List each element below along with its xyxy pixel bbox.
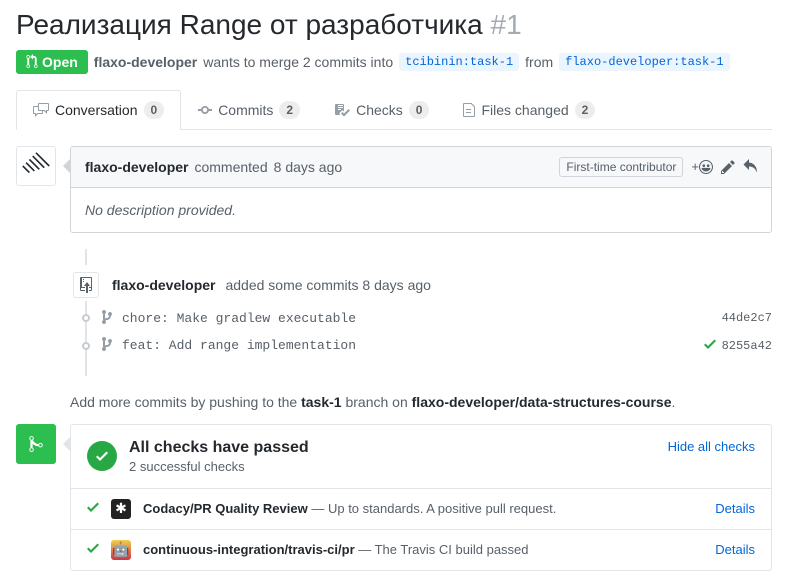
reply-icon (743, 159, 757, 175)
tab-commits[interactable]: Commits 2 (181, 90, 317, 129)
check-icon (87, 540, 99, 559)
status-check-circle (87, 441, 117, 471)
push-hint-repo[interactable]: flaxo-developer/data-structures-course (412, 394, 672, 410)
merge-status-box: All checks have passed 2 successful chec… (70, 424, 772, 571)
push-hint-branch: task-1 (301, 394, 341, 410)
commit-row: feat: Add range implementation 8255a42 (70, 332, 772, 360)
tab-label: Checks (356, 102, 403, 118)
status-subtitle: 2 successful checks (129, 459, 309, 474)
pr-number: #1 (491, 9, 522, 40)
from-text: from (525, 54, 553, 70)
check-text: Codacy/PR Quality Review — Up to standar… (143, 501, 556, 516)
author-avatar[interactable] (16, 146, 56, 186)
tab-counter: 2 (279, 101, 300, 119)
merge-status-row: All checks have passed 2 successful chec… (16, 424, 772, 571)
comment-header: flaxo-developer commented 8 days ago Fir… (71, 147, 771, 188)
tab-conversation[interactable]: Conversation 0 (16, 90, 181, 130)
commit-row: chore: Make gradlew executable 44de2c7 (70, 305, 772, 332)
repo-push-icon (73, 272, 99, 298)
head-branch[interactable]: flaxo-developer:task-1 (559, 53, 729, 71)
edit-comment-button[interactable] (721, 159, 735, 175)
base-branch[interactable]: tcibinin:task-1 (399, 53, 519, 71)
git-pull-request-icon (26, 54, 38, 69)
check-name[interactable]: Codacy/PR Quality Review (143, 501, 308, 516)
codacy-avatar: ✱ (111, 499, 131, 519)
tab-files[interactable]: Files changed 2 (446, 90, 612, 129)
git-branch-icon (102, 309, 112, 328)
tab-label: Commits (218, 102, 273, 118)
check-name[interactable]: continuous-integration/travis-ci/pr (143, 542, 355, 557)
check-details-link[interactable]: Details (715, 501, 755, 516)
tab-counter: 2 (575, 101, 596, 119)
check-details-link[interactable]: Details (715, 542, 755, 557)
commit-dot (82, 342, 90, 350)
comment-action: commented (194, 159, 267, 175)
check-item: 🤖 continuous-integration/travis-ci/pr — T… (71, 529, 771, 570)
check-icon (87, 499, 99, 518)
check-text: continuous-integration/travis-ci/pr — Th… (143, 542, 529, 557)
tab-counter: 0 (409, 101, 430, 119)
file-diff-icon (463, 102, 475, 118)
check-desc: — The Travis CI build passed (355, 542, 529, 557)
git-merge-icon (29, 435, 43, 453)
check-item: ✱ Codacy/PR Quality Review — Up to standa… (71, 488, 771, 529)
commit-message[interactable]: feat: Add range implementation (122, 338, 694, 353)
push-hint-mid: branch on (342, 394, 412, 410)
reply-button[interactable] (743, 159, 757, 175)
commit-event-row: flaxo-developer added some commits 8 day… (70, 265, 772, 305)
pr-title-text: Реализация Range от разработчика (16, 9, 483, 40)
comment-author[interactable]: flaxo-developer (85, 159, 188, 175)
tab-label: Files changed (481, 102, 568, 118)
tab-counter: 0 (144, 101, 165, 119)
contributor-badge: First-time contributor (559, 157, 683, 177)
comment-body: No description provided. (71, 188, 771, 232)
pencil-icon (721, 159, 735, 175)
timeline: flaxo-developer commented 8 days ago Fir… (16, 146, 772, 424)
pr-title: Реализация Range от разработчика #1 (16, 8, 772, 42)
state-label: Open (42, 54, 78, 70)
check-icon (704, 336, 716, 356)
check-desc: — Up to standards. A positive pull reque… (308, 501, 557, 516)
push-hint-suffix: . (672, 394, 676, 410)
event-text: added some commits 8 days ago (225, 277, 430, 293)
hide-checks-link[interactable]: Hide all checks (668, 439, 755, 454)
check-icon (94, 448, 110, 464)
pr-meta: Open flaxo-developer wants to merge 2 co… (16, 50, 772, 74)
push-hint-prefix: Add more commits by pushing to the (70, 394, 301, 410)
push-hint: Add more commits by pushing to the task-… (70, 376, 772, 424)
tabnav: Conversation 0 Commits 2 Checks 0 Files … (16, 90, 772, 130)
comment-time[interactable]: 8 days ago (274, 159, 343, 175)
comment-box: flaxo-developer commented 8 days ago Fir… (70, 146, 772, 233)
commit-sha[interactable]: 44de2c7 (722, 311, 772, 325)
status-title: All checks have passed (129, 439, 309, 457)
repo-push-icon (80, 277, 92, 293)
merge-icon (16, 424, 56, 464)
tab-label: Conversation (55, 102, 138, 118)
comment-discussion-icon (33, 102, 49, 118)
checklist-icon (334, 102, 350, 118)
pr-header: Реализация Range от разработчика #1 Open… (16, 0, 772, 74)
state-badge: Open (16, 50, 88, 74)
travis-avatar: 🤖 (111, 540, 131, 560)
smiley-icon (699, 160, 713, 174)
tab-checks[interactable]: Checks 0 (317, 90, 446, 129)
pr-wants-text: wants to merge 2 commits into (203, 54, 393, 70)
commit-sha[interactable]: 8255a42 (704, 336, 772, 356)
flaxo-avatar-icon (22, 152, 50, 180)
commit-dot (82, 314, 90, 322)
commit-message[interactable]: chore: Make gradlew executable (122, 311, 712, 326)
event-author[interactable]: flaxo-developer (112, 277, 215, 293)
add-reaction-button[interactable]: + (691, 159, 713, 174)
git-branch-icon (102, 336, 112, 355)
pr-author[interactable]: flaxo-developer (94, 54, 197, 70)
git-commit-icon (198, 102, 212, 118)
